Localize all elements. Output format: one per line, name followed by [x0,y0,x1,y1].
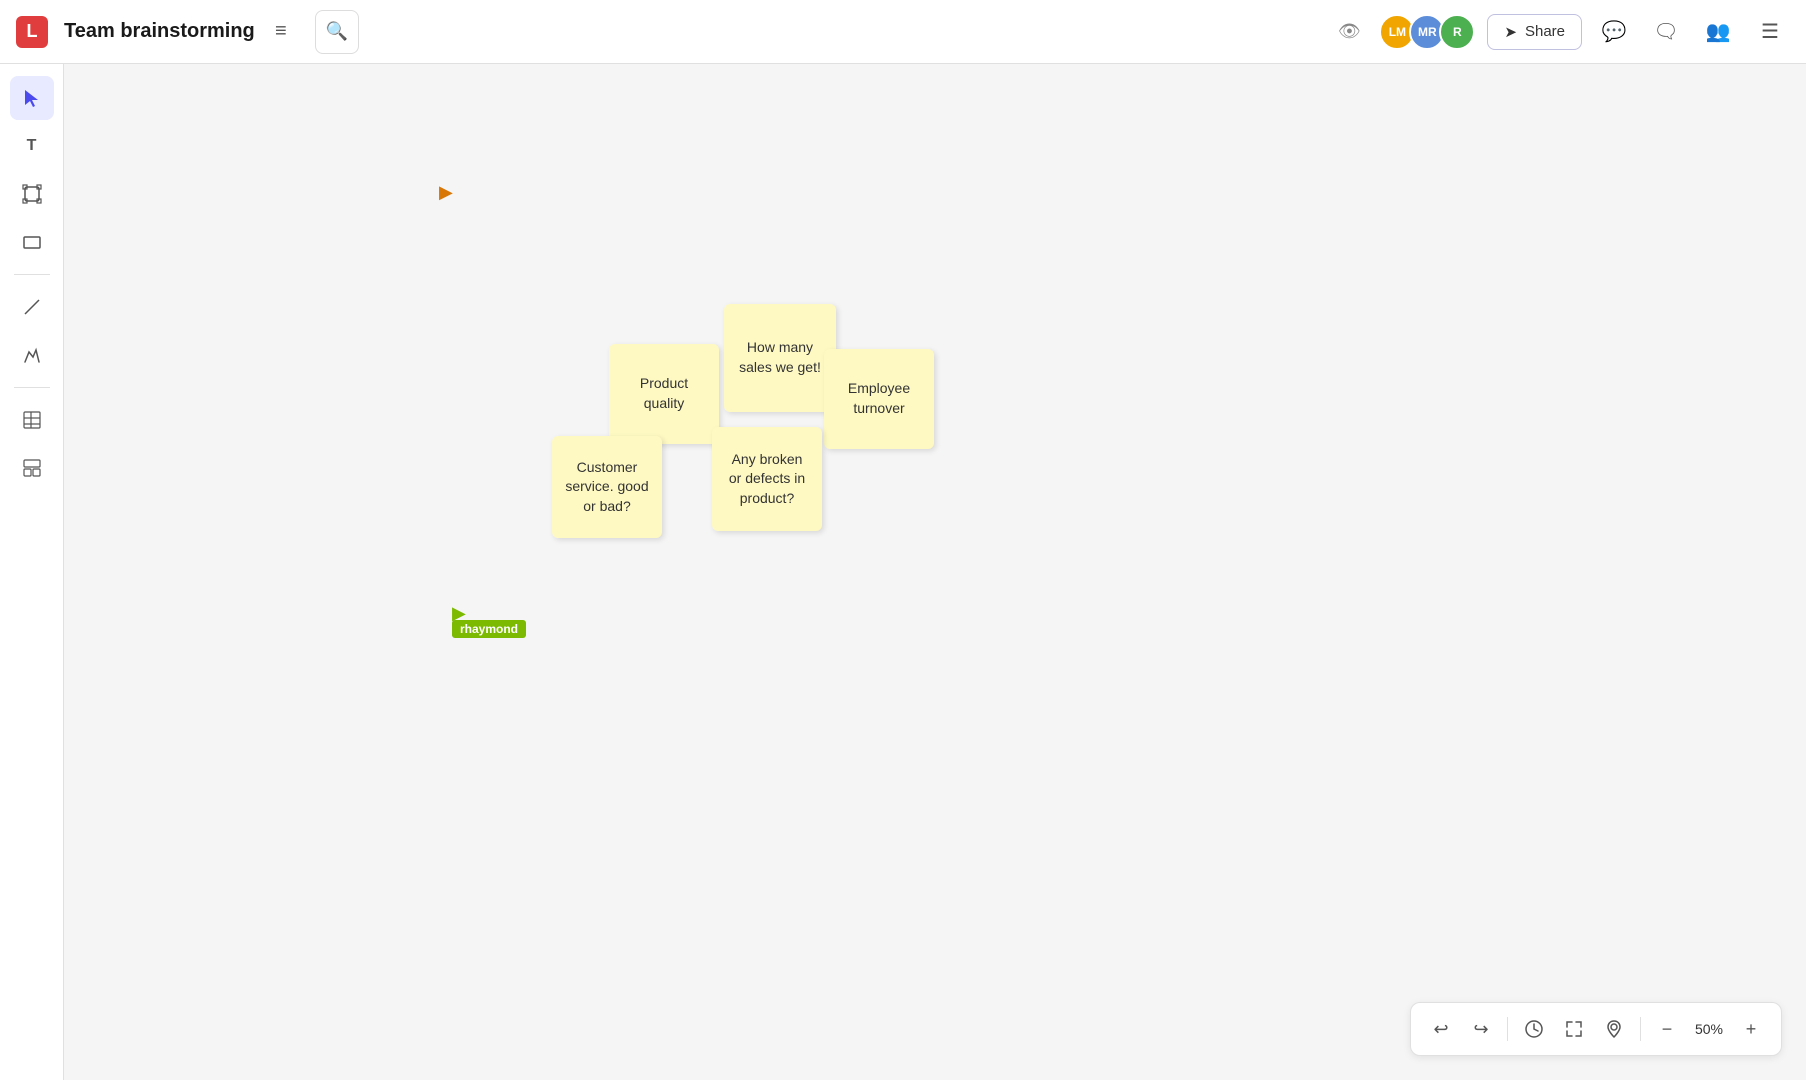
sticky-note-employee-turnover[interactable]: Employee turnover [824,349,934,449]
cursor-username-label: rhaymond [452,620,526,638]
history-button[interactable] [1516,1011,1552,1047]
comment-button[interactable]: 🗨 [1646,12,1686,52]
sticky-note-broken-defects-text: Any broken or defects in product? [724,450,810,509]
frame-tool-button[interactable] [10,172,54,216]
sticky-note-customer-service[interactable]: Customer service. good or bad? [552,436,662,538]
layout-icon [22,458,42,478]
list-button[interactable]: ☰ [1750,12,1790,52]
cursor-pointer-orange: ▶ [439,182,453,203]
location-button[interactable] [1596,1011,1632,1047]
menu-button[interactable]: ≡ [263,14,299,50]
sticky-note-how-many-sales[interactable]: How many sales we get! [724,304,836,412]
sidebar: T [0,64,64,1080]
draw-tool-button[interactable] [10,333,54,377]
sticky-note-employee-turnover-text: Employee turnover [836,379,922,418]
text-tool-button[interactable]: T [10,124,54,168]
sticky-note-product-quality[interactable]: Product quality [609,344,719,444]
bottom-divider-1 [1507,1017,1508,1041]
sticky-note-customer-service-text: Customer service. good or bad? [564,458,650,517]
people-button[interactable]: 👥 [1698,12,1738,52]
sidebar-divider-2 [14,387,50,388]
bottom-toolbar: ↩ ↪ − 50% + [1410,1002,1782,1056]
select-tool-button[interactable] [10,76,54,120]
page-title: Team brainstorming [64,20,255,43]
search-button[interactable]: 🔍 [315,10,359,54]
select-icon [22,88,42,108]
share-button[interactable]: ➤ Share [1487,14,1582,50]
share-icon: ➤ [1504,23,1517,41]
preview-button[interactable]: 👁 [1331,14,1367,50]
avatar-r: R [1439,14,1475,50]
line-tool-button[interactable] [10,285,54,329]
location-icon [1604,1019,1624,1039]
sidebar-divider-1 [14,274,50,275]
sticky-note-how-many-sales-text: How many sales we get! [736,338,824,377]
sticky-note-product-quality-text: Product quality [621,374,707,413]
fullscreen-button[interactable] [1556,1011,1592,1047]
logo: L [16,16,48,48]
share-label: Share [1525,23,1565,40]
chat-button[interactable]: 💬 [1594,12,1634,52]
line-icon [22,297,42,317]
header: L Team brainstorming ≡ 🔍 👁 LM MR R ➤ Sha… [0,0,1806,64]
rect-icon [22,232,42,252]
zoom-in-button[interactable]: + [1733,1011,1769,1047]
zoom-level-display: 50% [1689,1021,1729,1037]
header-right: 👁 LM MR R ➤ Share 💬 🗨 👥 ☰ [1331,12,1790,52]
frame-icon [22,184,42,204]
draw-icon [22,345,42,365]
cursor-rhaymond: ▶ rhaymond [452,604,526,638]
undo-button[interactable]: ↩ [1423,1011,1459,1047]
canvas[interactable]: Product quality How many sales we get! E… [64,64,1806,1080]
table-icon [22,410,42,430]
history-icon [1524,1019,1544,1039]
collaborator-avatars: LM MR R [1379,14,1475,50]
sticky-note-broken-defects[interactable]: Any broken or defects in product? [712,427,822,531]
zoom-out-button[interactable]: − [1649,1011,1685,1047]
bottom-divider-2 [1640,1017,1641,1041]
redo-button[interactable]: ↪ [1463,1011,1499,1047]
layout-tool-button[interactable] [10,446,54,490]
text-icon: T [27,137,37,155]
table-tool-button[interactable] [10,398,54,442]
fullscreen-icon [1564,1019,1584,1039]
rect-tool-button[interactable] [10,220,54,264]
header-left: L Team brainstorming ≡ 🔍 [16,10,359,54]
